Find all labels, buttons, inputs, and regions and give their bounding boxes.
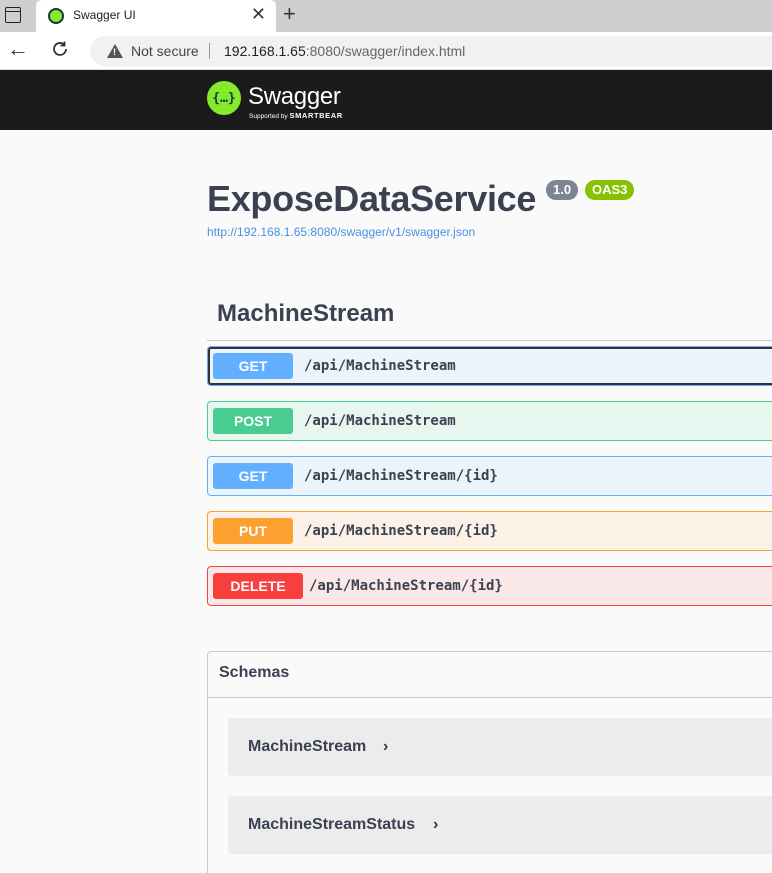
url-host: 192.168.1.65	[224, 43, 306, 59]
operation-get-machinestream-id[interactable]: GET /api/MachineStream/{id}	[207, 456, 772, 496]
operation-post-machinestream[interactable]: POST /api/MachineStream	[207, 401, 772, 441]
tab-title: Swagger UI	[73, 8, 136, 22]
method-badge: GET	[213, 463, 293, 489]
version-badge: 1.0	[546, 180, 579, 200]
url-rest: :8080/swagger/index.html	[305, 43, 466, 59]
method-badge: PUT	[213, 518, 293, 544]
close-tab-icon[interactable]: ✕	[251, 5, 266, 23]
supported-by-prefix: Supported by	[249, 113, 290, 120]
swagger-favicon-icon	[48, 8, 64, 24]
api-title: ExposeDataService	[207, 178, 537, 219]
supported-by-label: Supported by SMARTBEAR	[249, 111, 343, 120]
warning-icon[interactable]: !	[107, 44, 123, 58]
model-machinestream[interactable]: MachineStream ›	[228, 718, 772, 776]
reload-icon[interactable]	[50, 39, 70, 59]
tab-actions-icon[interactable]	[5, 7, 21, 23]
security-label[interactable]: Not secure	[131, 43, 199, 59]
model-machinestreamstatus[interactable]: MachineStreamStatus ›	[228, 796, 772, 854]
divider	[209, 43, 210, 59]
schemas-section: Schemas MachineStream › MachineStreamSta…	[207, 651, 772, 873]
operation-path: /api/MachineStream/{id}	[304, 523, 498, 539]
operation-path: /api/MachineStream/{id}	[304, 468, 498, 484]
model-name: MachineStream	[248, 738, 367, 755]
schemas-header[interactable]: Schemas	[208, 652, 772, 698]
operation-put-machinestream-id[interactable]: PUT /api/MachineStream/{id}	[207, 511, 772, 551]
method-badge: GET	[213, 353, 293, 379]
url-field[interactable]: ! Not secure 192.168.1.65:8080/swagger/i…	[90, 36, 772, 66]
model-name: MachineStreamStatus	[248, 816, 416, 833]
operation-get-machinestream[interactable]: GET /api/MachineStream	[207, 346, 772, 386]
swagger-topbar: {…} Swagger Supported by SMARTBEAR	[0, 70, 772, 130]
back-arrow-icon[interactable]: ←	[7, 38, 29, 60]
method-badge: POST	[213, 408, 293, 434]
chevron-right-icon[interactable]: ›	[383, 738, 388, 756]
operation-delete-machinestream-id[interactable]: DELETE /api/MachineStream/{id}	[207, 566, 772, 606]
operation-path: /api/MachineStream	[304, 358, 456, 374]
chevron-right-icon[interactable]: ›	[433, 816, 438, 834]
smartbear-brand: SMARTBEAR	[289, 111, 343, 120]
swagger-wordmark[interactable]: Swagger	[248, 83, 341, 111]
tag-title[interactable]: MachineStream	[217, 300, 394, 328]
swagger-logo-icon[interactable]: {…}	[207, 81, 241, 115]
url-text[interactable]: 192.168.1.65:8080/swagger/index.html	[224, 43, 465, 59]
spec-url-link[interactable]: http://192.168.1.65:8080/swagger/v1/swag…	[207, 225, 475, 239]
tag-divider	[207, 340, 772, 341]
schemas-title: Schemas	[219, 664, 290, 681]
operation-path: /api/MachineStream/{id}	[309, 578, 503, 594]
new-tab-icon[interactable]: +	[283, 3, 296, 25]
method-badge: DELETE	[213, 573, 303, 599]
address-bar: ← ! Not secure 192.168.1.65:8080/swagger…	[0, 32, 772, 70]
browser-tab-bar: Swagger UI ✕ +	[0, 0, 772, 32]
browser-tab[interactable]: Swagger UI ✕	[36, 0, 276, 32]
operation-path: /api/MachineStream	[304, 413, 456, 429]
oas-badge: OAS3	[585, 180, 635, 200]
